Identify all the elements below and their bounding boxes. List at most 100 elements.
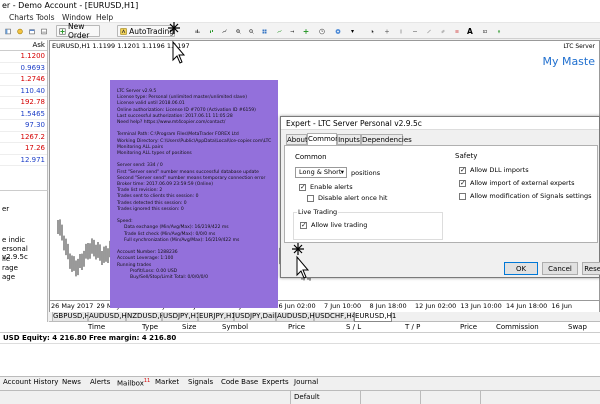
terminal-column-header[interactable]: S / L xyxy=(346,323,361,331)
terminal-column-header[interactable]: Commission xyxy=(496,323,539,331)
ask-column-header[interactable]: Ask xyxy=(33,41,46,49)
chart-tab[interactable]: AUDUSD,H1 xyxy=(88,312,131,322)
new-order-button[interactable]: New Order xyxy=(56,22,100,40)
arrow-cursor-icon xyxy=(371,29,374,33)
chart-tab[interactable]: NZDUSD,H1 xyxy=(126,312,169,322)
server-info-line: Second "Server send" number means tempor… xyxy=(117,175,266,181)
terminal-tab[interactable]: Journal xyxy=(294,378,318,386)
market-watch-row[interactable]: 1.5465 xyxy=(0,109,47,120)
terminal-tab[interactable]: News xyxy=(62,378,81,386)
terminal-tab[interactable]: Code Base xyxy=(221,378,258,386)
terminal-tab[interactable]: Alerts xyxy=(90,378,110,386)
chart-tab[interactable]: AUDUSD,H4 xyxy=(276,312,319,322)
disable-alert-once-checkbox[interactable]: Disable alert once hit xyxy=(307,194,387,202)
vertical-line-button[interactable] xyxy=(396,25,406,37)
chart-tab[interactable]: EURJPY,H1 xyxy=(198,312,236,322)
templates-button[interactable] xyxy=(332,25,344,37)
trendline-button[interactable] xyxy=(424,25,434,37)
bar-chart-button[interactable] xyxy=(192,25,203,37)
navigator-item[interactable]: ile xyxy=(2,255,10,263)
text-icon: A xyxy=(467,26,473,36)
horizontal-line-button[interactable] xyxy=(410,25,420,37)
reset-button[interactable]: Reset xyxy=(582,262,600,275)
label-tool-button[interactable]: T xyxy=(480,25,490,37)
tab-dependencies[interactable]: Dependencies xyxy=(361,134,412,145)
market-watch-row[interactable]: 97.30 xyxy=(0,120,47,132)
terminal-tab[interactable]: Mailbox11 xyxy=(117,378,150,387)
terminal-column-header[interactable]: Price xyxy=(288,323,305,331)
tab-inputs[interactable]: Inputs xyxy=(337,134,361,145)
tile-windows-button[interactable] xyxy=(259,25,270,37)
terminal-column-header[interactable]: Price xyxy=(460,323,477,331)
autoscroll-button[interactable] xyxy=(287,25,298,37)
text-tool-button[interactable]: A xyxy=(466,25,476,37)
toolbar-dropdown-arrow[interactable]: ▾ xyxy=(350,25,356,37)
chart-shift-button[interactable] xyxy=(274,25,285,37)
tab-about[interactable]: About xyxy=(286,134,308,145)
chart-tab[interactable]: USDJPY,H1 xyxy=(162,312,200,322)
menu-help[interactable]: Help xyxy=(96,13,113,22)
chart-tab[interactable]: USDCHF,H4 xyxy=(314,312,356,322)
cancel-button[interactable]: Cancel xyxy=(542,262,578,275)
candlestick-button[interactable] xyxy=(206,25,217,37)
market-watch-button[interactable] xyxy=(14,25,26,37)
terminal-tab[interactable]: Account History xyxy=(3,378,58,386)
allow-dll-checkbox[interactable]: Allow DLL imports xyxy=(459,166,529,174)
navigator-toggle-button[interactable] xyxy=(2,25,14,37)
fibonacci-icon xyxy=(455,29,459,33)
enable-alerts-checkbox[interactable]: Enable alerts xyxy=(299,183,353,191)
data-window-button[interactable] xyxy=(26,25,38,37)
arrows-tool-button[interactable] xyxy=(494,25,504,37)
market-watch-row[interactable]: 0.9693 xyxy=(0,63,47,74)
terminal-column-header[interactable]: Time xyxy=(88,323,105,331)
allow-live-trading-checkbox[interactable]: Allow live trading xyxy=(300,221,367,229)
positions-select[interactable]: Long & Short ▾ xyxy=(295,167,347,178)
chart-tab[interactable]: EURUSD,H1 xyxy=(354,312,396,322)
chart-tab[interactable]: GBPUSD,H4 xyxy=(52,312,94,322)
menu-tools[interactable]: Tools xyxy=(36,13,54,22)
menu-window[interactable]: Window xyxy=(62,13,92,22)
zoom-out-button[interactable] xyxy=(246,25,257,37)
terminal-column-header[interactable]: Swap xyxy=(568,323,587,331)
crosshair-button[interactable] xyxy=(382,25,392,37)
line-chart-button[interactable] xyxy=(219,25,230,37)
terminal-column-header[interactable]: Type xyxy=(142,323,158,331)
zoom-in-button[interactable] xyxy=(233,25,244,37)
expert-properties-dialog: Expert - LTC Server Personal v2.9.5c Abo… xyxy=(280,116,600,278)
ok-button[interactable]: OK xyxy=(504,262,538,275)
market-watch-row[interactable]: 110.40 xyxy=(0,86,47,97)
cursor-tool-button[interactable] xyxy=(368,25,378,37)
navigator-item[interactable]: rage xyxy=(2,264,18,272)
terminal-tab[interactable]: Experts xyxy=(262,378,289,386)
allow-import-checkbox[interactable]: Allow import of external experts xyxy=(459,179,575,187)
market-watch-row[interactable]: 1267.2 xyxy=(0,132,47,143)
periods-button[interactable] xyxy=(316,25,328,37)
chart-tab[interactable]: USDJPY,Daily xyxy=(234,312,280,322)
terminal-tab[interactable]: Market xyxy=(155,378,179,386)
navigator-item[interactable]: e indic xyxy=(2,236,25,244)
navigator-item[interactable]: er xyxy=(2,205,9,213)
mailbox-badge: 11 xyxy=(143,378,151,384)
new-order-label: New Order xyxy=(67,22,90,40)
menu-charts[interactable]: Charts xyxy=(9,13,34,22)
terminal-column-header[interactable]: Symbol xyxy=(222,323,248,331)
allow-signals-checkbox[interactable]: Allow modification of Signals settings xyxy=(459,192,592,200)
market-watch-row[interactable]: 12.971 xyxy=(0,155,47,166)
tab-common[interactable]: Common xyxy=(307,133,340,145)
terminal-tab[interactable]: Signals xyxy=(188,378,213,386)
market-watch-row[interactable]: 192.78 xyxy=(0,97,47,109)
fibonacci-button[interactable] xyxy=(452,25,462,37)
terminal-button[interactable] xyxy=(38,25,50,37)
channel-button[interactable] xyxy=(438,25,448,37)
navigator-item[interactable]: age xyxy=(2,273,15,281)
terminal-column-header[interactable]: T / P xyxy=(405,323,420,331)
market-watch-row[interactable]: 1.1200 xyxy=(0,51,47,63)
autotrading-button[interactable]: AutoTrading xyxy=(117,25,175,37)
terminal-column-header[interactable]: Size xyxy=(182,323,196,331)
indicators-button[interactable] xyxy=(300,25,312,37)
chevron-down-icon: ▾ xyxy=(351,27,355,35)
server-info-line: License type: Personal (unlimited master… xyxy=(117,95,247,101)
market-watch-row[interactable]: 1.2746 xyxy=(0,74,47,86)
market-watch-row[interactable]: 17.26 xyxy=(0,143,47,155)
dialog-titlebar[interactable]: Expert - LTC Server Personal v2.9.5c xyxy=(281,117,599,130)
